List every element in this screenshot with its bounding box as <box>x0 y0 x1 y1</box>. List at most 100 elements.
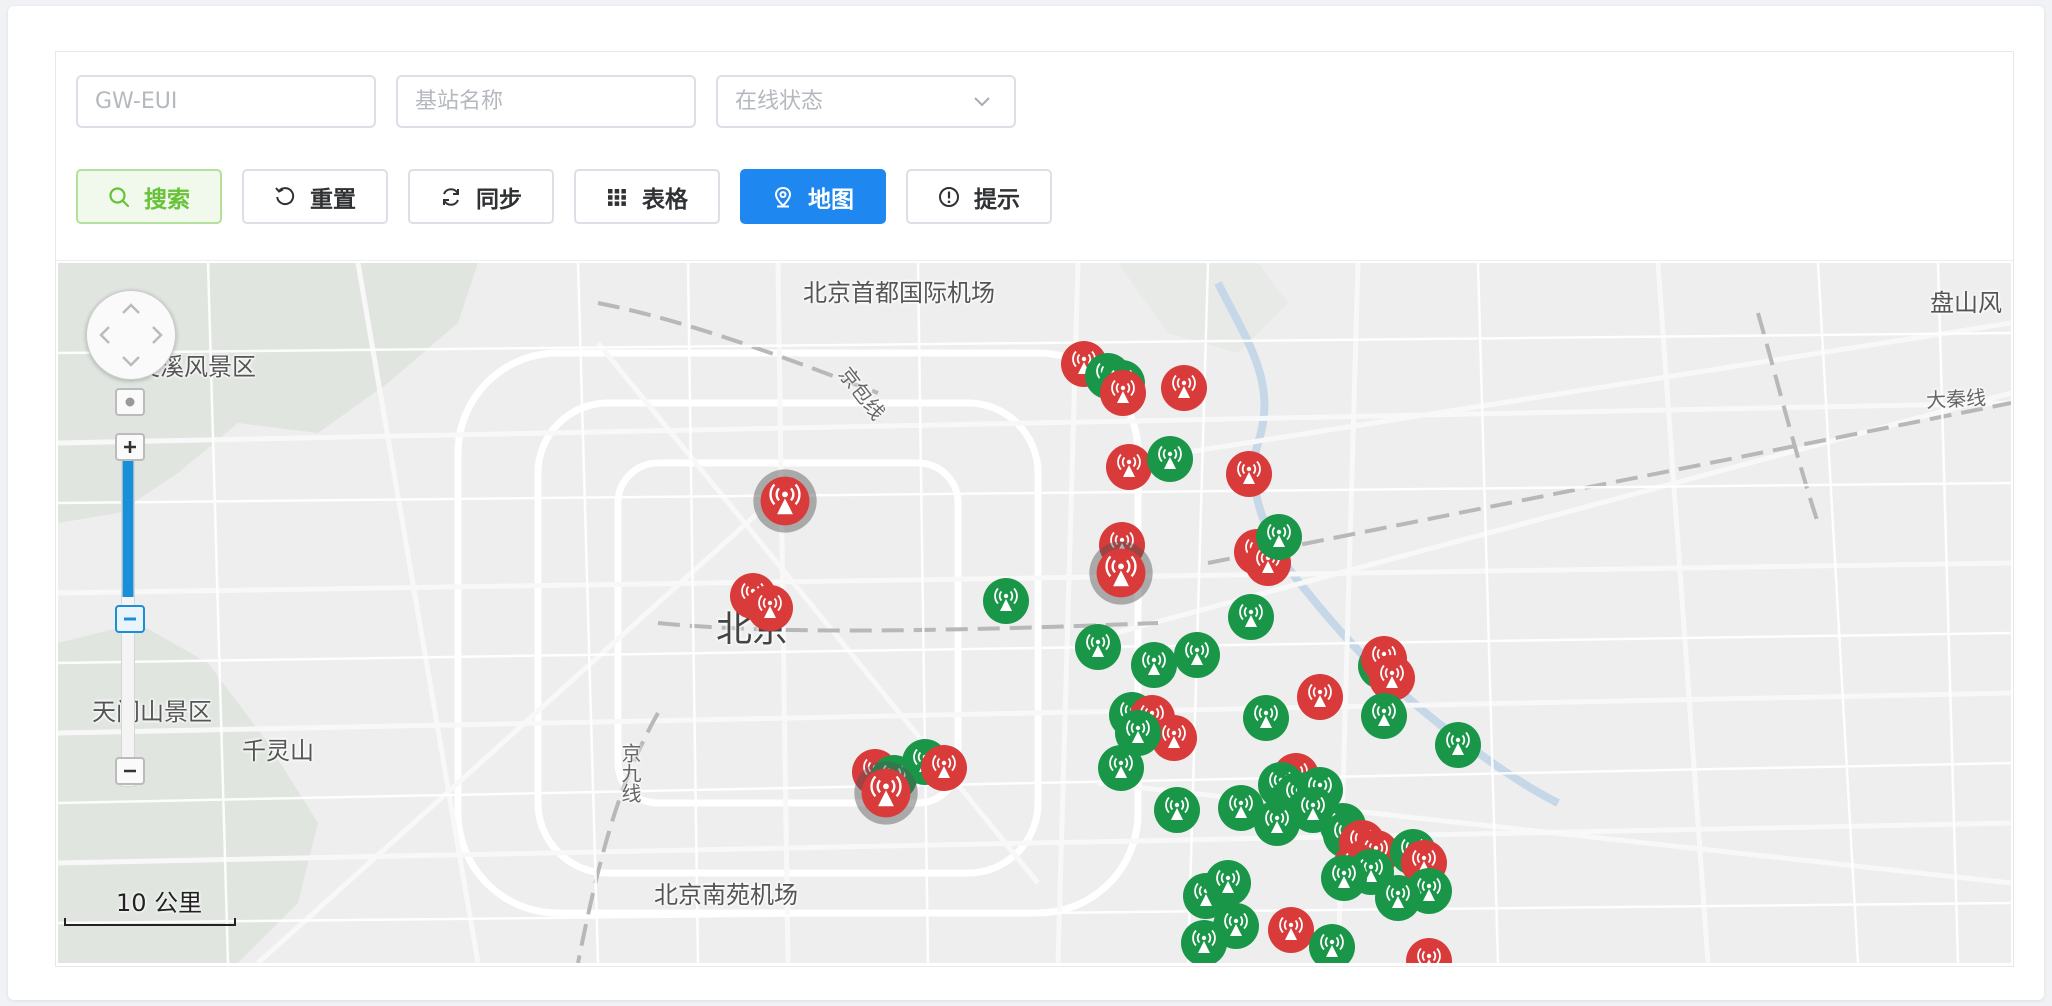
gateway-marker-online[interactable] <box>1172 630 1222 680</box>
search-button[interactable]: 搜索 <box>76 169 222 224</box>
map-view-button[interactable]: 地图 <box>740 169 886 224</box>
pan-arrows-icon <box>99 303 163 367</box>
gateway-marker-offline[interactable] <box>1295 672 1345 722</box>
gateway-marker-online[interactable] <box>1433 720 1483 770</box>
antenna-icon <box>921 745 967 791</box>
antenna-icon <box>1098 745 1144 791</box>
page-panel: 在线状态 搜索 重置 <box>8 6 2044 1000</box>
map-scale-bar <box>64 918 236 926</box>
antenna-icon <box>747 585 793 631</box>
gateway-marker-offline[interactable] <box>853 760 919 826</box>
gateway-marker-online[interactable] <box>1226 592 1276 642</box>
map-basemap[interactable] <box>58 263 2011 963</box>
antenna-icon <box>1309 924 1355 963</box>
map-label-qianling: 千灵山 <box>242 737 314 765</box>
online-status-placeholder: 在线状态 <box>735 89 824 114</box>
plus-icon <box>124 441 136 453</box>
antenna-icon <box>1406 938 1452 963</box>
refresh-left-icon <box>275 186 295 205</box>
antenna-icon <box>1174 632 1220 678</box>
reset-button[interactable]: 重置 <box>242 169 388 224</box>
antenna-icon <box>1228 594 1274 640</box>
sync-icon <box>443 187 459 206</box>
gateway-marker-online[interactable] <box>1073 622 1123 672</box>
gateway-marker-offline[interactable] <box>745 583 795 633</box>
gateway-name-field[interactable] <box>396 75 696 128</box>
minus-icon <box>124 769 136 773</box>
gateway-marker-offline[interactable] <box>1404 936 1454 963</box>
sync-button[interactable]: 同步 <box>408 169 554 224</box>
antenna-icon <box>1256 514 1302 560</box>
gateway-marker-online[interactable] <box>1096 743 1146 793</box>
antenna-icon <box>1154 787 1200 833</box>
gateway-marker-online[interactable] <box>1359 691 1409 741</box>
gateway-card: 在线状态 搜索 重置 <box>55 51 2014 967</box>
minus-handle-icon <box>124 617 136 621</box>
gateway-marker-online[interactable] <box>1241 693 1291 743</box>
gateway-marker-online[interactable] <box>1254 512 1304 562</box>
gateway-marker-offline[interactable] <box>1088 540 1154 606</box>
zoom-out-button[interactable] <box>115 757 145 785</box>
gateway-marker-offline[interactable] <box>919 743 969 793</box>
zoom-in-button[interactable] <box>115 433 145 461</box>
antenna-icon <box>1100 370 1146 416</box>
antenna-icon <box>1297 674 1343 720</box>
chevron-down-icon <box>974 97 990 107</box>
reset-button-label: 重置 <box>310 186 356 213</box>
gateway-marker-offline[interactable] <box>752 468 818 534</box>
gateway-marker-online[interactable] <box>1179 918 1229 963</box>
gateway-marker-online[interactable] <box>1373 873 1423 923</box>
gateway-marker-online[interactable] <box>1152 785 1202 835</box>
map-label-airport-capital: 北京首都国际机场 <box>803 279 995 307</box>
gateway-name-input[interactable] <box>398 77 694 126</box>
tips-button-label: 提示 <box>974 186 1020 213</box>
gateway-marker-offline[interactable] <box>1159 363 1209 413</box>
antenna-icon <box>753 469 817 533</box>
map-scale-label: 10 公里 <box>116 889 203 917</box>
antenna-icon <box>983 578 1029 624</box>
map-label-daqin-line: 大秦线 <box>1925 385 1987 413</box>
zoom-slider-handle[interactable] <box>115 605 145 633</box>
search-button-label: 搜索 <box>144 186 190 213</box>
toolbar-divider <box>56 260 2013 261</box>
antenna-icon <box>1226 451 1272 497</box>
antenna-icon <box>1089 541 1153 605</box>
gw-eui-input[interactable] <box>78 77 374 126</box>
map-label-airport-nanyuan: 北京南苑机场 <box>654 881 798 909</box>
map-pan-control[interactable] <box>86 290 176 380</box>
table-view-button[interactable]: 表格 <box>574 169 720 224</box>
table-view-button-label: 表格 <box>642 186 688 213</box>
antenna-icon <box>1375 875 1421 921</box>
antenna-icon <box>1147 436 1193 482</box>
antenna-icon <box>1435 722 1481 768</box>
grid-icon <box>608 188 626 206</box>
gw-eui-field[interactable] <box>76 75 376 128</box>
gateway-marker-online[interactable] <box>1145 434 1195 484</box>
gateway-marker-online[interactable] <box>981 576 1031 626</box>
locate-dot-icon <box>125 397 135 407</box>
gateway-marker-offline[interactable] <box>1098 368 1148 418</box>
map-label-jingjiu-line: 京九线 <box>618 743 642 803</box>
antenna-icon <box>1321 855 1367 901</box>
online-status-select[interactable]: 在线状态 <box>716 75 1016 128</box>
zoom-locate-button[interactable] <box>115 388 145 416</box>
antenna-icon <box>854 761 918 825</box>
antenna-icon <box>1181 920 1227 963</box>
gateway-marker-online[interactable] <box>1307 922 1357 963</box>
antenna-icon <box>1361 693 1407 739</box>
antenna-icon <box>1075 624 1121 670</box>
tips-button[interactable]: 提示 <box>906 169 1052 224</box>
antenna-icon <box>1243 695 1289 741</box>
antenna-icon <box>1161 365 1207 411</box>
map-scale: 10 公里 <box>64 873 254 933</box>
gateway-marker-online[interactable] <box>1319 853 1369 903</box>
map-view-button-label: 地图 <box>808 186 854 213</box>
gateway-map[interactable]: 北京首都国际机场 盘山风 灵溪风景区 京包线 大秦线 北京 天门山景区 千灵山 … <box>58 263 2011 963</box>
gateway-marker-offline[interactable] <box>1224 449 1274 499</box>
map-label-panshan: 盘山风 <box>1930 289 2002 317</box>
location-icon <box>774 186 792 207</box>
sync-button-label: 同步 <box>476 186 522 213</box>
search-icon <box>109 186 130 207</box>
warning-circle-icon <box>939 186 959 207</box>
map-label-tianmen: 天门山景区 <box>92 698 212 726</box>
